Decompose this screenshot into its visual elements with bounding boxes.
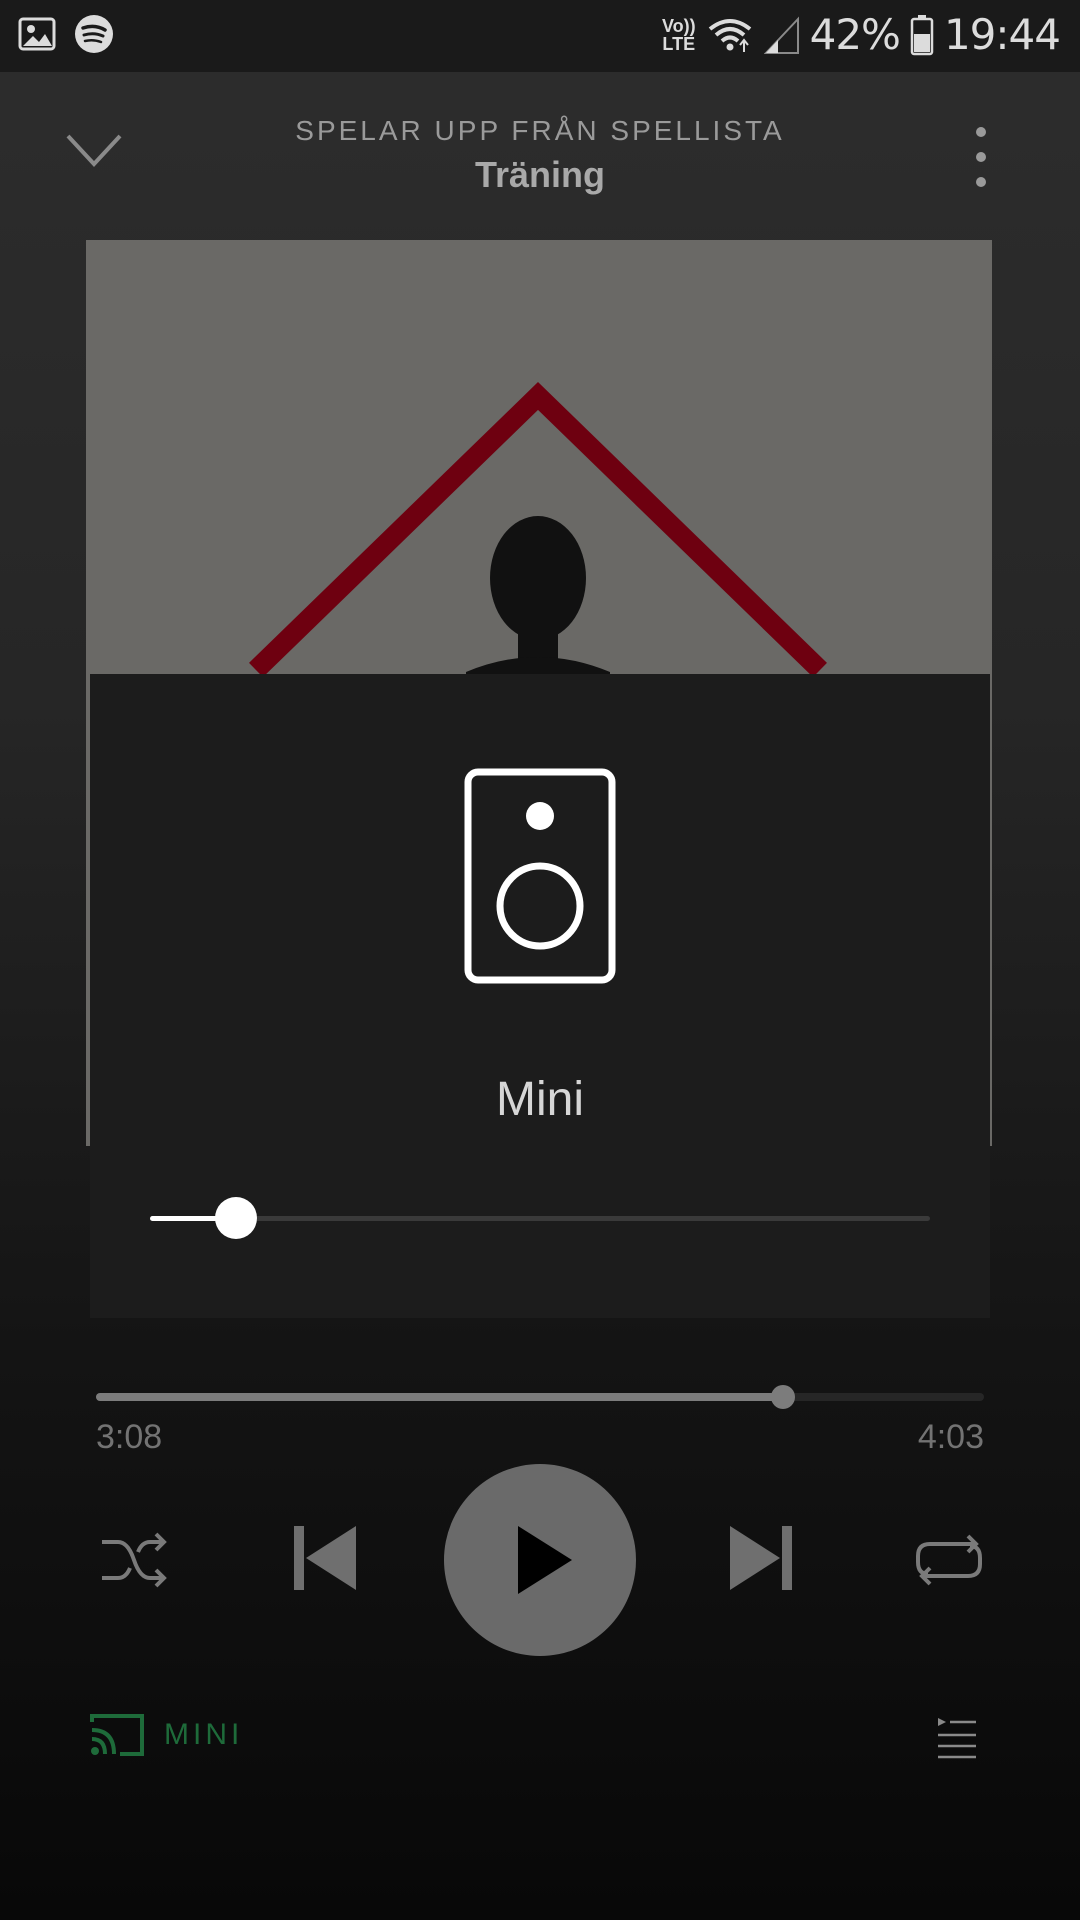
- queue-icon[interactable]: [936, 1716, 978, 1760]
- next-icon[interactable]: [728, 1524, 794, 1592]
- connected-device-label: MINI: [164, 1718, 244, 1751]
- cast-icon: [90, 1714, 144, 1756]
- time-elapsed: 3:08: [96, 1418, 163, 1456]
- battery-percent: 42%: [809, 10, 901, 59]
- connect-device-button[interactable]: MINI: [88, 1712, 243, 1758]
- volte-icon: Vo)) LTE: [662, 17, 696, 53]
- repeat-icon[interactable]: [914, 1530, 984, 1590]
- image-icon: [18, 17, 56, 51]
- status-bar: Vo)) LTE 42% 19:44: [0, 0, 1080, 72]
- device-name: Mini: [495, 1073, 584, 1126]
- volte-line2: LTE: [662, 33, 696, 54]
- play-icon: [518, 1526, 572, 1594]
- volte-line1: Vo)): [661, 15, 696, 36]
- shuffle-icon[interactable]: [100, 1530, 168, 1590]
- spotify-icon: [75, 15, 113, 53]
- time-total: 4:03: [917, 1418, 984, 1456]
- device-volume-popup: Mini: [90, 674, 990, 1318]
- seek-bar[interactable]: [96, 1385, 984, 1409]
- volume-thumb[interactable]: [214, 1197, 257, 1239]
- signal-icon: [763, 15, 799, 54]
- speaker-icon: [464, 768, 616, 984]
- battery-icon: [910, 14, 934, 55]
- seek-thumb[interactable]: [771, 1385, 796, 1409]
- seek-fill: [96, 1393, 784, 1401]
- play-button[interactable]: [444, 1464, 636, 1656]
- playlist-name[interactable]: Träning: [0, 154, 1080, 196]
- player-header: SPELAR UPP FRÅN SPELLISTA Träning: [0, 72, 1080, 232]
- more-options-icon[interactable]: [966, 122, 996, 192]
- wifi-icon: [708, 18, 751, 52]
- previous-icon[interactable]: [292, 1524, 358, 1592]
- volume-slider[interactable]: [150, 1197, 930, 1239]
- clock: 19:44: [943, 10, 1061, 59]
- context-label: SPELAR UPP FRÅN SPELLISTA: [295, 115, 785, 146]
